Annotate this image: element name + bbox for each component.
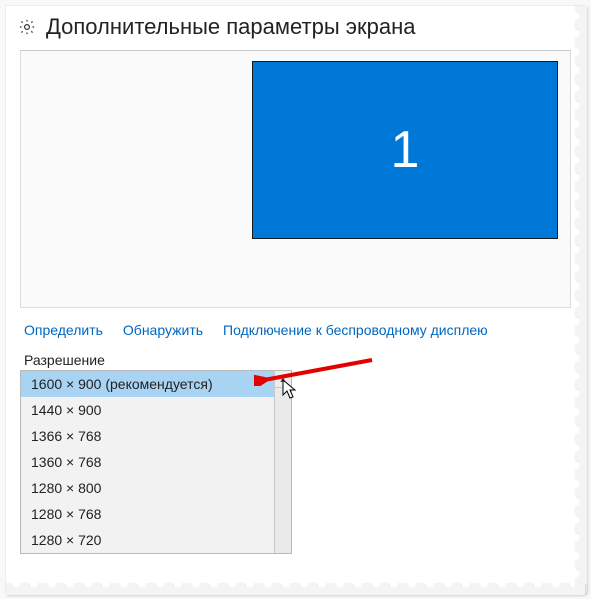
display-preview-area: 1 bbox=[20, 50, 571, 308]
torn-edge-bottom bbox=[6, 583, 585, 595]
resolution-label: Разрешение bbox=[6, 348, 585, 370]
page-header: Дополнительные параметры экрана bbox=[6, 6, 585, 44]
wireless-display-link[interactable]: Подключение к беспроводному дисплею bbox=[223, 322, 488, 338]
resolution-dropdown[interactable]: ▲ 1600 × 900 (рекомендуется)1440 × 90013… bbox=[20, 370, 292, 554]
display-number: 1 bbox=[391, 120, 420, 180]
resolution-option[interactable]: 1280 × 800 bbox=[21, 475, 274, 501]
discover-link[interactable]: Обнаружить bbox=[123, 322, 203, 338]
gear-icon bbox=[18, 18, 36, 36]
resolution-options-list: 1600 × 900 (рекомендуется)1440 × 9001366… bbox=[21, 371, 291, 553]
detect-link[interactable]: Определить bbox=[24, 322, 103, 338]
torn-edge-right bbox=[575, 6, 587, 593]
display-1-tile[interactable]: 1 bbox=[252, 61, 558, 239]
scrollbar-track[interactable] bbox=[274, 388, 291, 553]
page-title: Дополнительные параметры экрана bbox=[46, 14, 415, 40]
settings-window: Дополнительные параметры экрана 1 Опреде… bbox=[5, 5, 586, 594]
resolution-option[interactable]: 1366 × 768 bbox=[21, 423, 274, 449]
resolution-option[interactable]: 1440 × 900 bbox=[21, 397, 274, 423]
resolution-option[interactable]: 1600 × 900 (рекомендуется) bbox=[21, 371, 274, 397]
action-links: Определить Обнаружить Подключение к бесп… bbox=[6, 318, 585, 348]
resolution-option[interactable]: 1280 × 768 bbox=[21, 501, 274, 527]
resolution-option[interactable]: 1360 × 768 bbox=[21, 449, 274, 475]
scroll-up-button[interactable]: ▲ bbox=[274, 371, 291, 388]
resolution-option[interactable]: 1280 × 720 bbox=[21, 527, 274, 553]
